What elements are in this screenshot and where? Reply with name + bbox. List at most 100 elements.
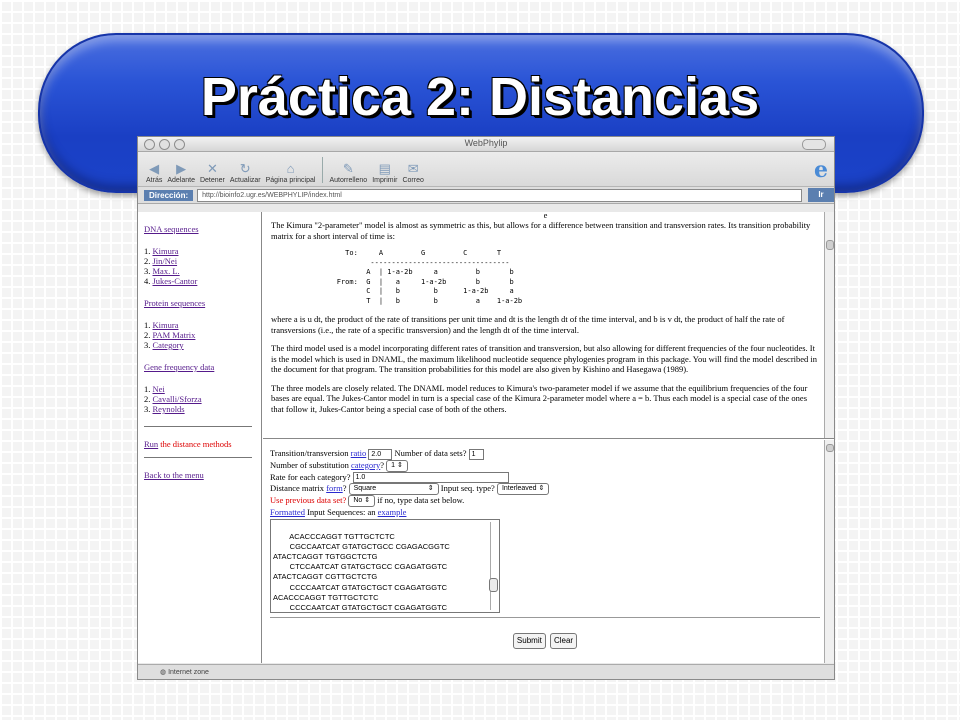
print-icon: ▤ [378,161,391,176]
run-description: the distance methods [158,439,232,449]
forward-label: Adelante [167,177,195,184]
back-label: Atrás [146,177,163,184]
clear-button[interactable]: Clear [549,633,578,649]
navigation-frame: DNA sequences 1. Kimura 2. Jin/Nei 3. Ma… [138,212,262,663]
submit-button[interactable]: Submit [512,633,546,649]
forward-arrow-icon: ▶ [176,161,187,176]
previous-data-label: Use previous data set? [270,495,347,506]
browser-window: WebPhylip ◀ Atrás ▶ Adelante ✕ Detener ↻ Act… [137,136,835,680]
dna-sequences-link[interactable]: DNA sequences [144,224,199,234]
refresh-label: Actualizar [229,177,261,184]
mail-button[interactable]: ✉ Correo [402,161,423,186]
dna-jin-nei-link[interactable]: Jin/Nei [153,256,178,266]
textarea-scrollbar[interactable] [490,522,498,611]
datasets-input[interactable]: 1 [468,448,484,460]
ratio-label: Transition/transversion [270,448,351,458]
stop-label: Detener [199,177,225,184]
protein-pam-link[interactable]: PAM Matrix [153,330,196,340]
gene-reynolds-link[interactable]: Reynolds [153,404,185,414]
sequences-text: ACACCCAGGT TGTTGCTCTC CGCCAATCAT GTATGCT… [273,531,450,613]
paragraph-kimura: The Kimura "2-parameter" model is almost… [271,220,811,241]
matrix-form-select[interactable]: Square ⇕ [348,483,439,496]
formatted-link[interactable]: Formatted [270,507,305,517]
autofill-label: Autorrelleno [329,177,368,184]
previous-data-value: No [353,497,363,505]
matrix-form-label: Distance matrix [270,483,327,494]
chevron-updown-icon: ⇕ [538,485,545,493]
toolbar-toggle-button[interactable] [802,139,826,150]
forward-button[interactable]: ▶ Adelante [167,161,195,186]
form-frame: Transition/transversion ratio 2.0 Number… [263,440,834,663]
form-divider [270,617,820,619]
gene-frequency-link[interactable]: Gene frequency data [144,362,214,372]
internet-zone-icon: ◍ [160,669,167,676]
dna-maxl-link[interactable]: Max. L. [153,266,180,276]
previous-data-select[interactable]: No ⇕ [348,495,376,508]
window-title: WebPhylip [464,138,508,148]
toolbar-divider [322,157,324,183]
print-label: Imprimir [372,177,398,184]
stop-button[interactable]: ✕ Detener [200,161,225,186]
transition-matrix: To: A G C T ----------------------------… [336,249,523,305]
chevron-updown-icon: ⇕ [364,497,371,505]
form-link[interactable]: form [326,483,343,493]
address-bar: Dirección: http://bioinfo2.ugr.es/WEBPHY… [138,187,834,204]
sequences-textarea[interactable]: ACACCCAGGT TGTTGCTCTC CGCCAATCAT GTATGCT… [270,519,500,614]
mail-label: Correo [402,177,424,184]
gene-cavalli-link[interactable]: Cavalli/Sforza [153,394,202,404]
datasets-label: Number of data sets? [394,448,467,458]
dna-methods-list: 1. Kimura 2. Jin/Nei 3. Max. L. 4. Jukes… [144,246,198,286]
ratio-link[interactable]: ratio [351,448,367,458]
status-text: Internet zone [168,669,209,676]
previous-data-hint: if no, type data set below. [377,495,465,506]
refresh-button[interactable]: ↻ Actualizar [230,161,261,186]
category-select[interactable]: 1 ⇕ [386,459,408,472]
print-button[interactable]: ▤ Imprimir [372,161,397,186]
scroll-thumb[interactable] [826,240,834,250]
seq-type-select[interactable]: Interleaved ⇕ [496,483,550,496]
protein-category-link[interactable]: Category [153,340,184,350]
home-button[interactable]: ⌂ Página principal [266,161,316,186]
dna-kimura-link[interactable]: Kimura [153,246,179,256]
stop-x-icon: ✕ [206,161,218,176]
slide-title: Práctica 2: Distancias [200,67,760,127]
scroll-thumb[interactable] [826,444,834,452]
substitution-label: Number of substitution [270,459,351,470]
refresh-icon: ↻ [239,161,251,176]
autofill-icon: ✎ [342,161,354,176]
run-link[interactable]: Run [144,439,158,449]
mail-icon: ✉ [407,161,419,176]
go-button[interactable]: Ir [808,188,834,202]
documentation-scrollbar[interactable] [824,212,834,438]
back-button[interactable]: ◀ Atrás [146,161,162,186]
status-bar: ◍ Internet zone [138,664,834,679]
chevron-updown-icon: ⇕ [397,461,403,469]
textarea-scroll-thumb[interactable] [489,578,498,593]
input-sequences-label: Input Sequences: an [304,507,378,518]
seq-type-value: Interleaved [501,485,537,493]
url-input[interactable]: http://bioinfo2.ugr.es/WEBPHYLIP/index.h… [197,188,802,202]
protein-sequences-link[interactable]: Protein sequences [144,298,205,308]
address-label: Dirección: [144,189,194,201]
seq-type-label: Input seq. type? [440,483,495,494]
autofill-button[interactable]: ✎ Autorrelleno [329,161,367,186]
protein-kimura-link[interactable]: Kimura [153,320,179,330]
form-scrollbar[interactable] [824,440,834,663]
gene-methods-list: 1. Nei 2. Cavalli/Sforza 3. Reynolds [144,384,202,414]
matrix-form-value: Square [353,485,377,493]
browser-toolbar: ◀ Atrás ▶ Adelante ✕ Detener ↻ Actualizar ⌂ P… [138,152,834,187]
rate-input[interactable]: 1.0 [352,472,509,484]
window-titlebar: WebPhylip [138,137,834,152]
gene-nei-link[interactable]: Nei [153,384,165,394]
back-arrow-icon: ◀ [149,161,160,176]
documentation-frame: e The Kimura "2-parameter" model is almo… [263,212,834,439]
ratio-input[interactable]: 2.0 [368,448,393,460]
back-to-menu-link[interactable]: Back to the menu [144,470,204,480]
paragraph-third-model: The third model used is a model incorpor… [271,343,818,374]
dna-jukes-cantor-link[interactable]: Jukes-Cantor [153,276,198,286]
chevron-updown-icon: ⇕ [427,485,434,493]
example-link[interactable]: example [378,507,407,517]
browser-logo-icon: e [814,157,828,183]
rate-label: Rate for each category? [270,471,351,482]
category-link[interactable]: category [351,460,380,470]
